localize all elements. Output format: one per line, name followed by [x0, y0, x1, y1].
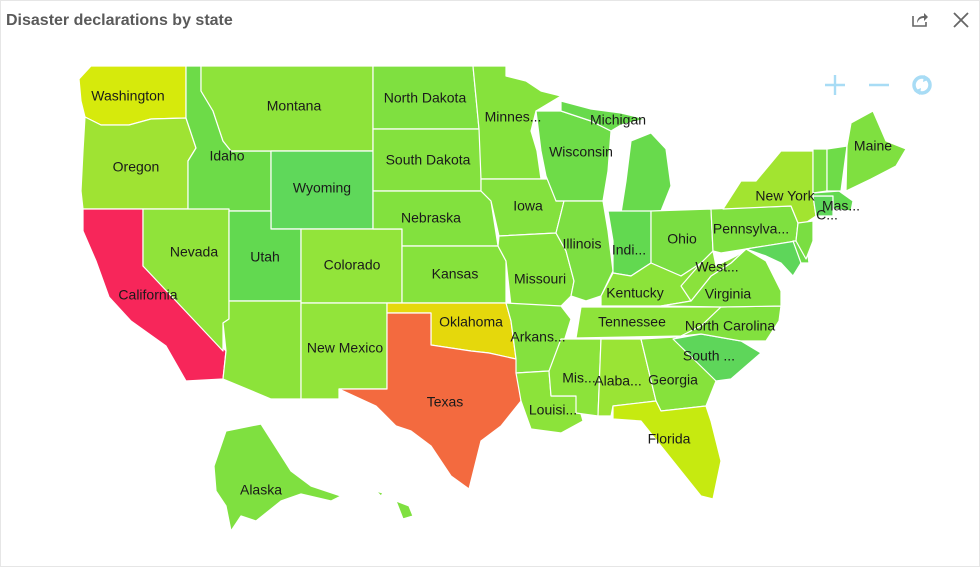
zoom-in-button[interactable]	[823, 73, 847, 97]
state-new-mexico[interactable]	[300, 302, 388, 400]
state-arizona[interactable]	[222, 300, 302, 400]
state-new-hampshire[interactable]	[826, 145, 848, 192]
state-maine[interactable]	[845, 110, 907, 192]
state-wyoming[interactable]	[270, 150, 374, 230]
state-montana[interactable]	[200, 65, 374, 152]
state-vermont[interactable]	[812, 148, 828, 194]
state-kansas[interactable]	[401, 245, 507, 304]
state-hawaii[interactable]	[365, 480, 414, 520]
minus-icon	[869, 83, 889, 87]
zoom-out-button[interactable]	[867, 73, 891, 97]
state-indiana[interactable]	[607, 210, 652, 277]
state-washington[interactable]	[78, 65, 187, 126]
state-connecticut[interactable]	[812, 195, 834, 217]
plus-icon	[825, 75, 845, 95]
state-florida[interactable]	[612, 400, 722, 500]
reset-zoom-button[interactable]	[910, 73, 934, 97]
map-panel: Disaster declarations by state Washingto…	[0, 0, 980, 567]
refresh-icon	[912, 75, 932, 95]
state-alaska[interactable]	[213, 423, 342, 532]
state-colorado[interactable]	[300, 228, 403, 304]
state-south-dakota[interactable]	[372, 128, 482, 192]
state-oregon[interactable]	[80, 116, 197, 210]
state-north-dakota[interactable]	[372, 65, 480, 130]
